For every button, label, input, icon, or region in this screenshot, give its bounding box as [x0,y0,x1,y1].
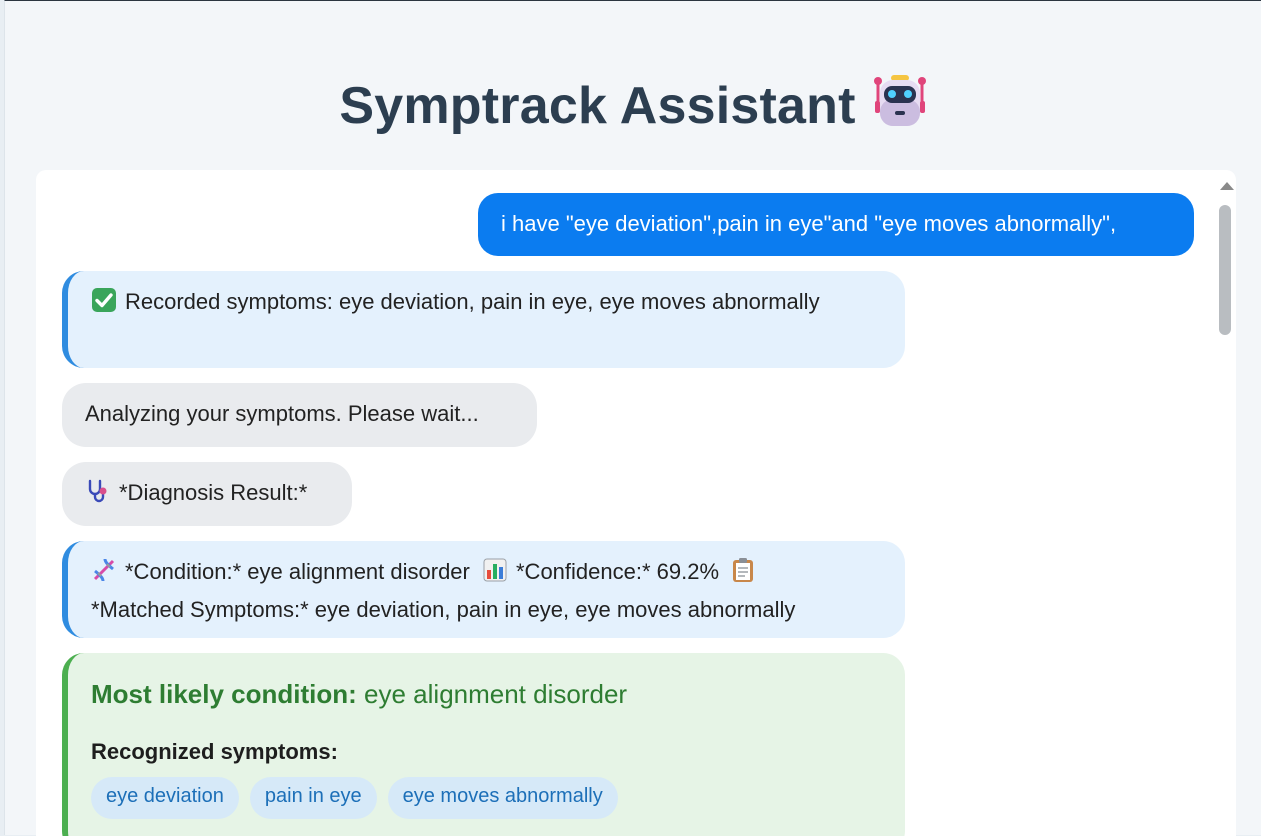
check-mark-icon [91,287,117,323]
analyzing-message: Analyzing your symptoms. Please wait... [62,383,537,447]
recognized-symptoms-label: Recognized symptoms: [91,739,338,764]
symptom-tag: eye moves abnormally [387,777,618,819]
recorded-symptoms-text: Recorded symptoms: eye deviation, pain i… [125,289,820,314]
likely-condition: Most likely condition: eye alignment dis… [91,677,905,711]
clipboard-icon [731,557,755,593]
matched-symptoms-text: *Matched Symptoms:* eye deviation, pain … [91,597,796,622]
chat-scrollbar[interactable] [1215,170,1235,836]
symptom-tag-list: eye deviation pain in eye eye moves abnorm… [91,777,905,819]
recorded-symptoms-message: Recorded symptoms: eye deviation, pain i… [62,271,905,368]
bar-chart-icon [482,557,508,593]
scrollbar-thumb[interactable] [1219,205,1231,335]
likely-condition-value: eye alignment disorder [364,679,628,709]
diagnosis-header-message: *Diagnosis Result:* [62,462,352,526]
scroll-up-arrow-icon[interactable] [1220,182,1234,190]
chat-panel[interactable]: i have "eye deviation",pain in eye"and "… [36,170,1236,836]
robot-icon [872,73,928,142]
dna-icon [91,557,117,593]
page-title: Symptrack Assistant [5,73,1261,142]
symptom-tag: eye deviation [91,777,239,819]
confidence-text: *Confidence:* 69.2% [516,559,720,584]
condition-text: *Condition:* eye alignment disorder [125,559,470,584]
stethoscope-icon [85,478,111,514]
diagnosis-header-text: *Diagnosis Result:* [119,480,308,505]
diagnosis-detail-message: *Condition:* eye alignment disorder *Con… [62,541,905,638]
symptom-tag: pain in eye [249,777,377,819]
result-card: Most likely condition: eye alignment dis… [62,653,905,836]
likely-condition-label: Most likely condition: [91,679,357,709]
user-message-bubble: i have "eye deviation",pain in eye"and "… [478,193,1194,256]
app-window: Symptrack Assistant i have "eye deviatio… [4,0,1261,836]
page-title-text: Symptrack Assistant [339,77,856,135]
